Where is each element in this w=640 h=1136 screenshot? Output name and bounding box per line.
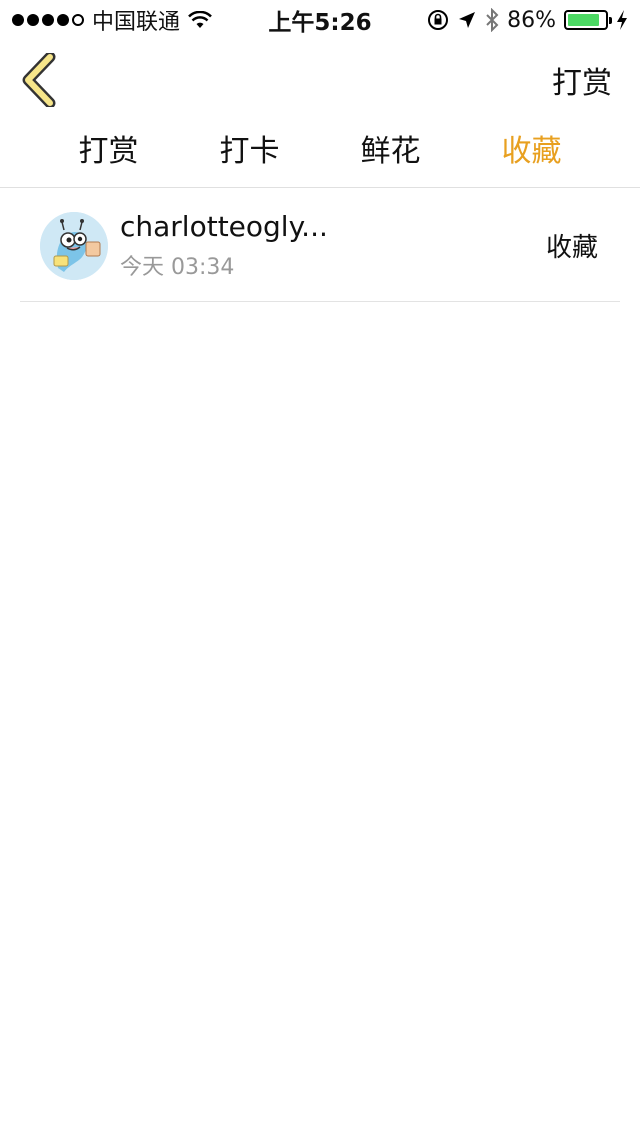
reward-button[interactable]: 打赏 — [552, 58, 612, 102]
tab-favorites[interactable]: 收藏 — [461, 120, 602, 187]
tab-flowers[interactable]: 鲜花 — [320, 120, 461, 187]
favorites-list: charlotteogly... 今天 03:34 收藏 — [20, 190, 620, 302]
tab-checkin[interactable]: 打卡 — [179, 120, 320, 187]
battery-fill — [568, 14, 599, 26]
avatar[interactable] — [40, 211, 108, 280]
status-right: 86% — [427, 8, 628, 33]
list-item[interactable]: charlotteogly... 今天 03:34 收藏 — [20, 190, 620, 302]
wifi-icon — [188, 11, 212, 28]
screen: 中国联通 上午5:26 86% 打赏 打赏 打卡 鲜花 收藏 charlotte… — [0, 0, 640, 1136]
tab-bar: 打赏 打卡 鲜花 收藏 — [0, 120, 640, 188]
action-label: 收藏 — [545, 233, 598, 263]
bluetooth-icon — [486, 8, 499, 32]
charging-bolt-icon — [617, 10, 627, 30]
user-name: charlotteogly... — [120, 210, 328, 243]
location-arrow-icon — [459, 12, 476, 28]
back-button[interactable] — [20, 50, 70, 110]
tab-reward[interactable]: 打赏 — [38, 120, 179, 187]
carrier-label: 中国联通 — [92, 10, 181, 35]
battery-percent: 86% — [507, 7, 556, 33]
status-left: 中国联通 — [12, 4, 212, 36]
status-bar: 中国联通 上午5:26 86% — [0, 0, 640, 40]
nav-bar: 打赏 — [0, 40, 640, 120]
battery-icon — [564, 10, 612, 30]
timestamp: 今天 03:34 — [120, 255, 235, 280]
chevron-left-icon — [22, 53, 56, 107]
list-item-text: charlotteogly... 今天 03:34 — [120, 210, 546, 281]
cartoon-avatar-icon — [40, 211, 108, 280]
signal-dots-icon — [12, 14, 84, 26]
status-time: 上午5:26 — [268, 10, 372, 36]
rotation-lock-icon — [428, 10, 449, 30]
